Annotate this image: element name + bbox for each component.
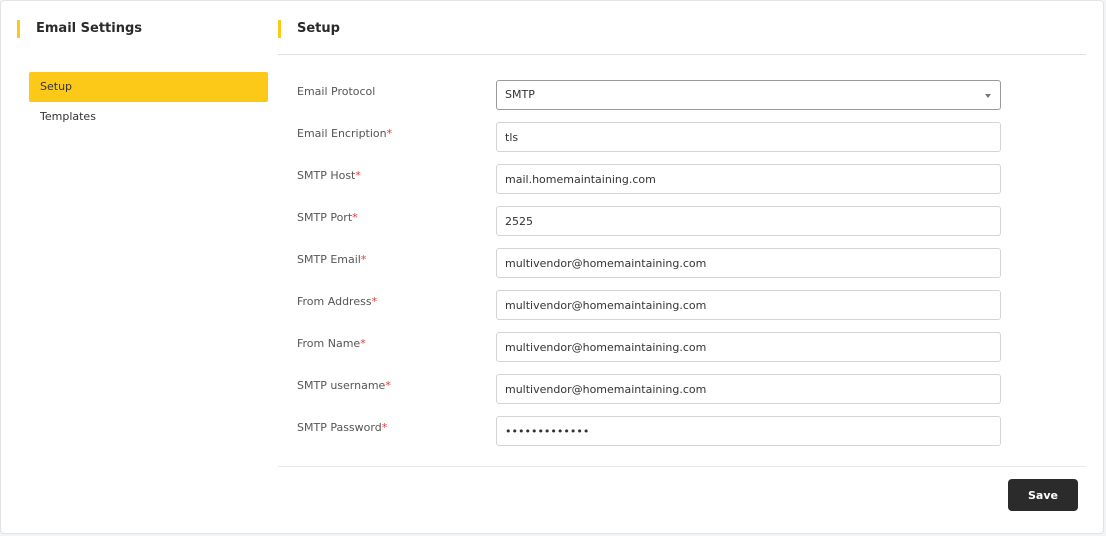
smtp-email-label: SMTP Email* (297, 253, 366, 266)
smtp-password-label: SMTP Password* (297, 421, 387, 434)
required-marker: * (360, 253, 367, 266)
chevron-down-icon (985, 94, 991, 98)
email-encryption-label: Email Encription* (297, 127, 392, 140)
sidebar-item-templates[interactable]: Templates (29, 102, 268, 132)
from-address-label: From Address* (297, 295, 377, 308)
from-address-label-text: From Address (297, 295, 372, 308)
email-encryption-input[interactable] (496, 122, 1001, 152)
from-address-input[interactable] (496, 290, 1001, 320)
email-protocol-row: Email Protocol SMTP (297, 80, 1001, 122)
page-title: Setup (278, 20, 340, 38)
sidebar-item-setup[interactable]: Setup (29, 72, 268, 102)
from-name-label-text: From Name (297, 337, 361, 350)
email-protocol-select[interactable]: SMTP (496, 80, 1001, 110)
smtp-port-label: SMTP Port* (297, 211, 358, 224)
smtp-host-input[interactable] (496, 164, 1001, 194)
smtp-setup-form: Email Protocol SMTP Email Encription* SM… (297, 80, 1001, 458)
email-protocol-label-text: Email Protocol (297, 85, 376, 98)
email-protocol-value: SMTP (505, 88, 535, 101)
required-marker: * (381, 421, 388, 434)
smtp-host-label: SMTP Host* (297, 169, 361, 182)
email-encryption-label-text: Email Encription (297, 127, 387, 140)
smtp-host-label-text: SMTP Host (297, 169, 356, 182)
from-name-label: From Name* (297, 337, 366, 350)
smtp-port-row: SMTP Port* (297, 206, 1001, 248)
required-marker: * (360, 337, 366, 350)
email-settings-card: Email Settings Setup Setup Templates Ema… (0, 0, 1104, 534)
smtp-port-input[interactable] (496, 206, 1001, 236)
smtp-host-row: SMTP Host* (297, 164, 1001, 206)
from-name-input[interactable] (496, 332, 1001, 362)
from-address-row: From Address* (297, 290, 1001, 332)
smtp-email-row: SMTP Email* (297, 248, 1001, 290)
smtp-username-label-text: SMTP username (297, 379, 386, 392)
settings-sidebar: Setup Templates (29, 72, 268, 132)
smtp-password-label-text: SMTP Password (297, 421, 382, 434)
required-marker: * (386, 127, 393, 140)
smtp-username-input[interactable] (496, 374, 1001, 404)
required-marker: * (352, 211, 358, 224)
smtp-port-label-text: SMTP Port (297, 211, 353, 224)
sidebar-title: Email Settings (17, 20, 142, 38)
from-name-row: From Name* (297, 332, 1001, 374)
email-protocol-label: Email Protocol (297, 85, 375, 98)
header-divider (278, 54, 1086, 55)
footer-divider (278, 466, 1086, 467)
smtp-password-input[interactable] (496, 416, 1001, 446)
required-marker: * (385, 379, 391, 392)
email-encryption-row: Email Encription* (297, 122, 1001, 164)
smtp-username-label: SMTP username* (297, 379, 391, 392)
smtp-password-row: SMTP Password* (297, 416, 1001, 458)
smtp-username-row: SMTP username* (297, 374, 1001, 416)
smtp-email-input[interactable] (496, 248, 1001, 278)
smtp-email-label-text: SMTP Email (297, 253, 361, 266)
required-marker: * (355, 169, 361, 182)
required-marker: * (371, 295, 378, 308)
save-button[interactable]: Save (1008, 479, 1078, 511)
